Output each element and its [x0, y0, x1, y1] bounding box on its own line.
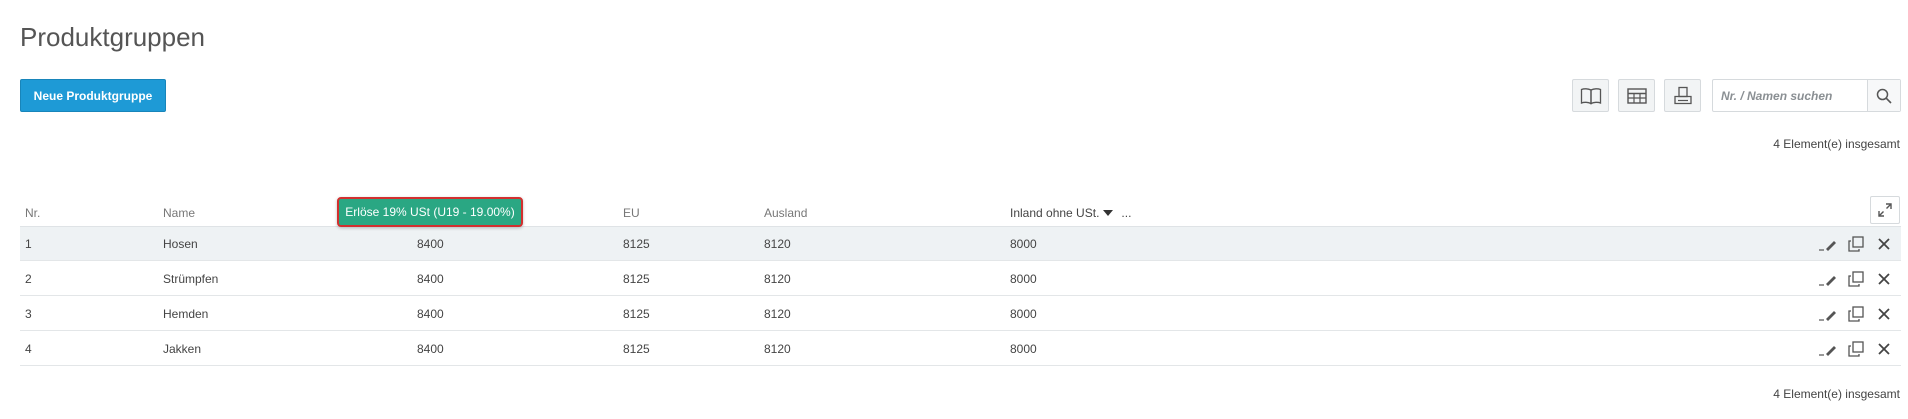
edit-icon[interactable] [1819, 305, 1837, 323]
copy-icon[interactable] [1847, 270, 1865, 288]
cell-inland: 8000 [1010, 307, 1037, 321]
cell-erloese: 8400 [417, 272, 444, 286]
table-icon [1626, 87, 1647, 104]
book-icon [1580, 87, 1601, 105]
close-icon[interactable] [1875, 340, 1893, 358]
cell-ausland: 8120 [764, 237, 791, 251]
element-count-bottom: 4 Element(e) insgesamt [1773, 387, 1900, 401]
element-count-top: 4 Element(e) insgesamt [1773, 137, 1900, 151]
more-columns-indicator[interactable]: ... [1121, 206, 1131, 220]
search-button[interactable] [1867, 80, 1900, 111]
column-header-tooltip: Erlöse 19% USt (U19 - 19.00%) [337, 197, 523, 227]
cell-ausland: 8120 [764, 272, 791, 286]
column-header-inland-label: Inland ohne USt. [1010, 206, 1100, 220]
row-actions [1819, 262, 1893, 296]
produktgruppen-page: Produktgruppen Neue Produktgruppe Nr. / … [0, 0, 1908, 419]
close-icon[interactable] [1875, 270, 1893, 288]
close-icon[interactable] [1875, 305, 1893, 323]
cell-name: Hemden [163, 307, 209, 321]
column-header-nr[interactable]: Nr. [25, 206, 40, 220]
cell-inland: 8000 [1010, 342, 1037, 356]
cell-eu: 8125 [623, 272, 650, 286]
table-view-button[interactable] [1618, 79, 1655, 112]
cell-name: Strümpfen [163, 272, 219, 286]
search-box [1712, 79, 1901, 112]
row-actions [1819, 332, 1893, 366]
row-actions [1819, 227, 1893, 261]
print-icon [1673, 86, 1692, 104]
cell-name: Jakken [163, 342, 202, 356]
cell-nr: 2 [25, 272, 32, 286]
cell-erloese: 8400 [417, 307, 444, 321]
cell-inland: 8000 [1010, 237, 1037, 251]
close-icon[interactable] [1875, 235, 1893, 253]
search-icon [1876, 88, 1892, 104]
cell-nr: 1 [25, 237, 32, 251]
column-header-inland[interactable]: Inland ohne USt. ... [1010, 206, 1131, 220]
cell-eu: 8125 [623, 342, 650, 356]
new-product-group-button[interactable]: Neue Produktgruppe [20, 79, 166, 112]
expand-table-button[interactable] [1870, 196, 1900, 224]
search-input[interactable] [1713, 80, 1863, 111]
cell-nr: 4 [25, 342, 32, 356]
cell-eu: 8125 [623, 307, 650, 321]
page-title: Produktgruppen [20, 22, 206, 52]
edit-icon[interactable] [1819, 270, 1837, 288]
sort-desc-icon [1103, 210, 1114, 216]
column-header-ausland[interactable]: Ausland [764, 206, 807, 220]
cell-ausland: 8120 [764, 342, 791, 356]
cell-erloese: 8400 [417, 237, 444, 251]
table-row[interactable]: 3 Hemden 8400 8125 8120 8000 [20, 297, 1901, 331]
book-view-button[interactable] [1572, 79, 1609, 112]
copy-icon[interactable] [1847, 340, 1865, 358]
cell-nr: 3 [25, 307, 32, 321]
table-row[interactable]: 1 Hosen 8400 8125 8120 8000 [20, 227, 1901, 261]
cell-inland: 8000 [1010, 272, 1037, 286]
print-button[interactable] [1664, 79, 1701, 112]
cell-erloese: 8400 [417, 342, 444, 356]
row-actions [1819, 297, 1893, 331]
copy-icon[interactable] [1847, 305, 1865, 323]
cell-name: Hosen [163, 237, 198, 251]
expand-icon [1878, 203, 1892, 217]
column-header-name[interactable]: Name [163, 206, 195, 220]
cell-ausland: 8120 [764, 307, 791, 321]
table-row[interactable]: 2 Strümpfen 8400 8125 8120 8000 [20, 262, 1901, 296]
edit-icon[interactable] [1819, 235, 1837, 253]
cell-eu: 8125 [623, 237, 650, 251]
table-row[interactable]: 4 Jakken 8400 8125 8120 8000 [20, 332, 1901, 366]
edit-icon[interactable] [1819, 340, 1837, 358]
column-header-eu[interactable]: EU [623, 206, 640, 220]
copy-icon[interactable] [1847, 235, 1865, 253]
